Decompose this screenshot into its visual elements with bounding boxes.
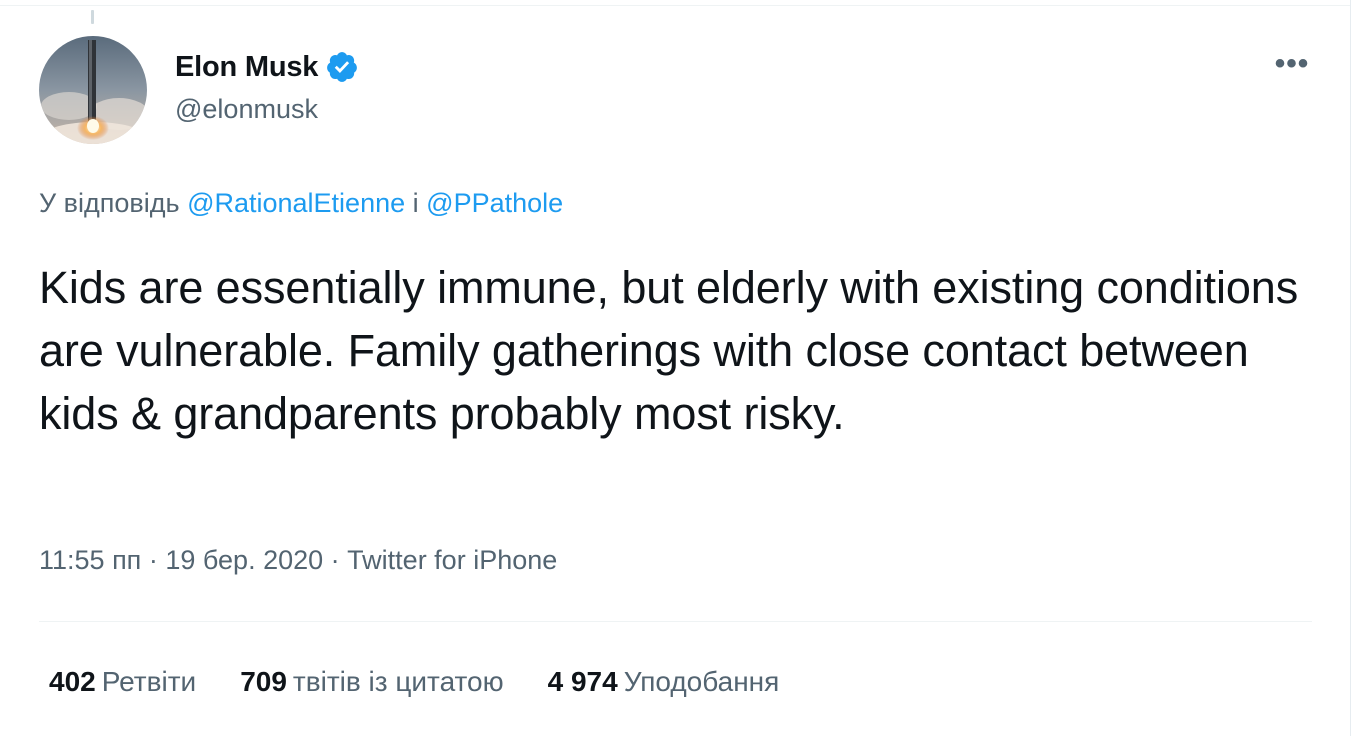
tweet-detail: Elon Musk @elonmusk ••• У відповідь @Rat… <box>0 0 1351 736</box>
likes-stat[interactable]: 4 974 Уподобання <box>548 666 780 698</box>
tweet-date[interactable]: 19 бер. 2020 <box>165 545 323 575</box>
author-handle[interactable]: @elonmusk <box>175 94 318 125</box>
author-display-name[interactable]: Elon Musk <box>175 51 318 84</box>
tweet-stats: 402 Ретвіти 709 твітів із цитатою 4 974 Упо… <box>49 666 823 698</box>
likes-label: Уподобання <box>623 666 780 697</box>
retweets-label: Ретвіти <box>101 666 197 697</box>
reply-context: У відповідь @RationalEtienne і @PPathole <box>39 188 563 219</box>
meta-separator-2: · <box>330 545 340 575</box>
more-options-button[interactable]: ••• <box>1270 46 1314 82</box>
retweets-stat[interactable]: 402 Ретвіти <box>49 666 196 698</box>
tweet-meta: 11:55 пп · 19 бер. 2020 · Twitter for iP… <box>39 545 557 576</box>
more-options-icon: ••• <box>1274 47 1310 80</box>
author-name-row: Elon Musk <box>175 48 359 86</box>
quote-tweets-stat[interactable]: 709 твітів із цитатою <box>240 666 503 698</box>
quote-tweets-count: 709 <box>240 666 287 697</box>
tweet-source[interactable]: Twitter for iPhone <box>347 545 557 575</box>
divider <box>39 621 1312 622</box>
rocket-launch-avatar-icon <box>39 36 147 144</box>
verified-badge-icon <box>325 50 359 84</box>
quote-tweets-label: твітів із цитатою <box>292 666 504 697</box>
meta-separator-1: · <box>148 545 158 575</box>
tweet-text: Kids are essentially immune, but elderly… <box>39 262 1299 439</box>
top-border <box>0 0 1351 6</box>
tweet-time[interactable]: 11:55 пп <box>39 545 141 575</box>
likes-count: 4 974 <box>547 666 618 697</box>
reply-conjunction: і <box>412 188 419 218</box>
reply-prefix: У відповідь <box>39 188 180 218</box>
thread-connector-line <box>91 10 94 24</box>
reply-user-link-1[interactable]: @RationalEtienne <box>187 188 405 218</box>
reply-user-link-2[interactable]: @PPathole <box>426 188 563 218</box>
avatar[interactable] <box>39 36 147 144</box>
retweets-count: 402 <box>49 666 96 697</box>
